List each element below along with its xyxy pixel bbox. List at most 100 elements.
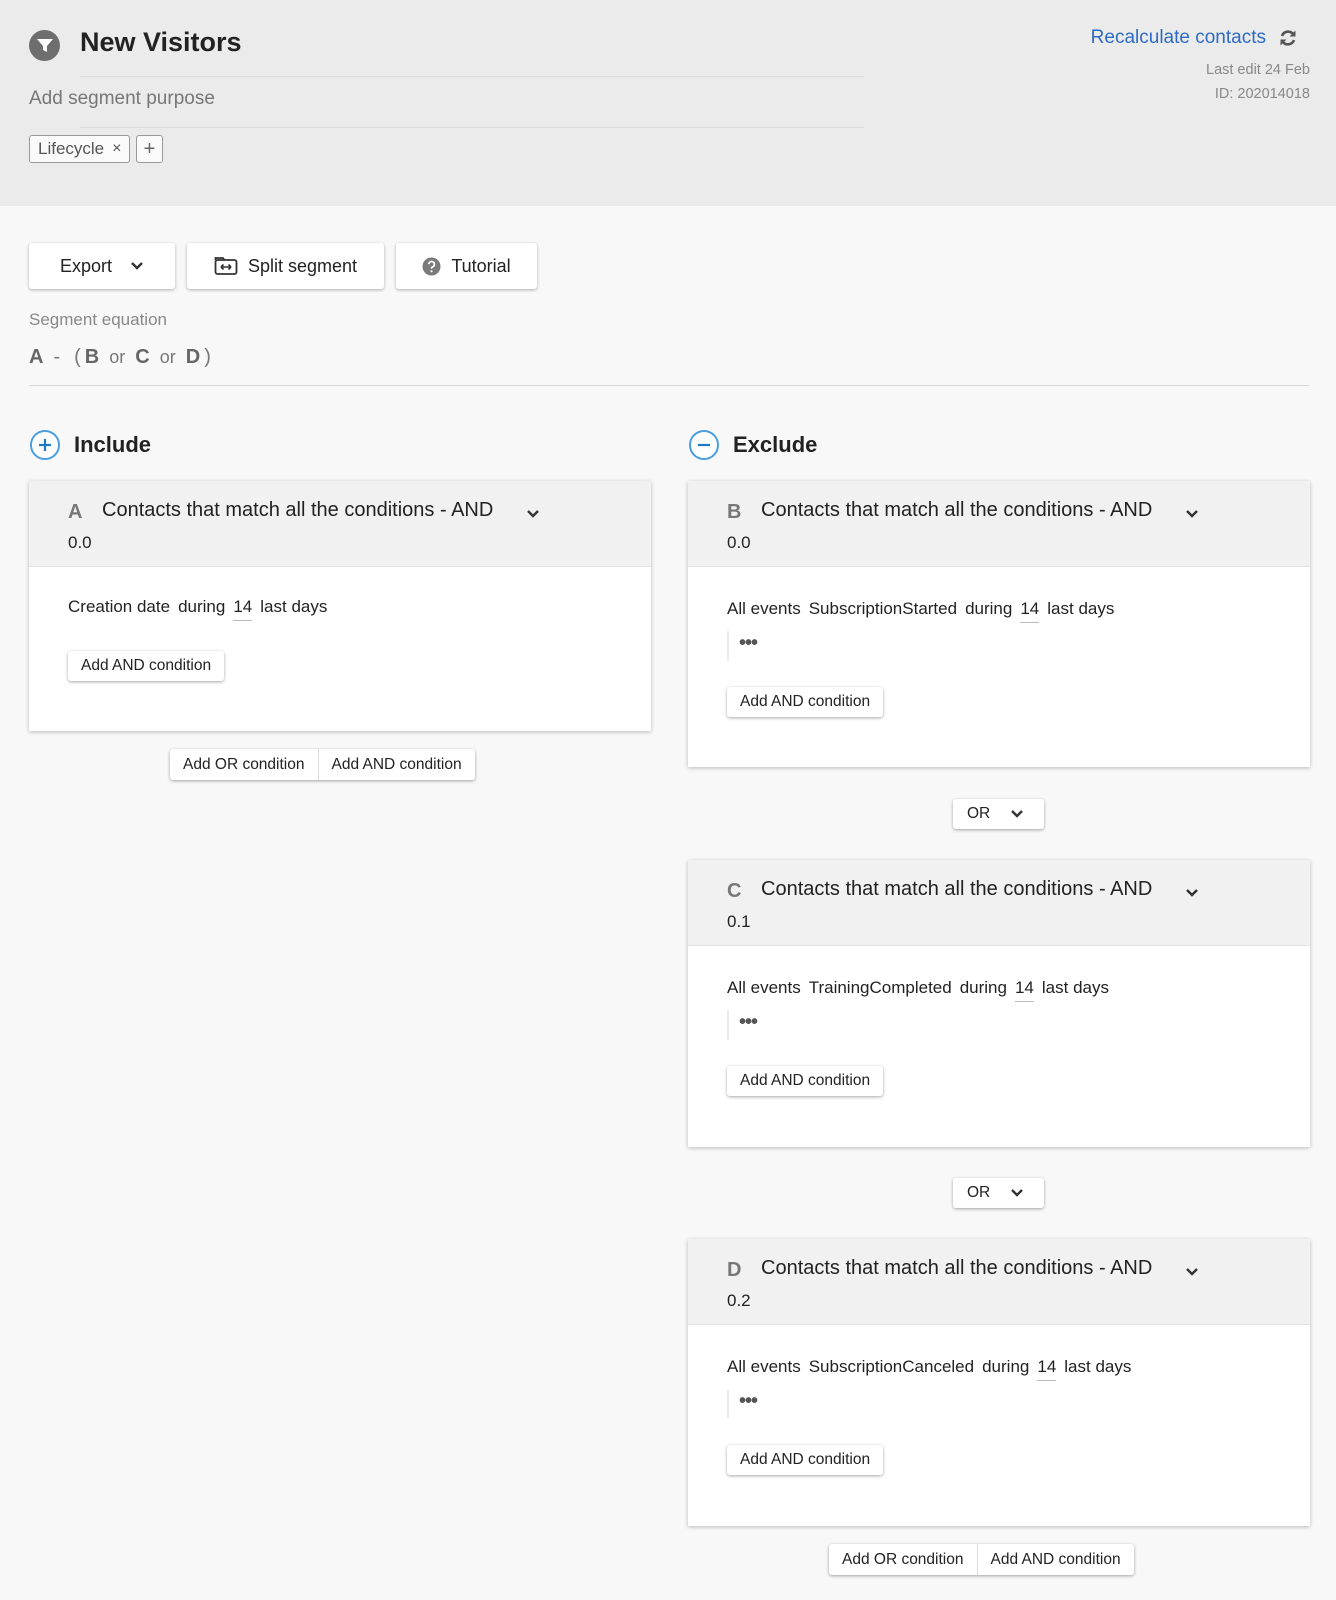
chevron-down-icon[interactable] (1185, 509, 1199, 519)
condition-field: All events (727, 978, 801, 997)
condition-row[interactable]: All events SubscriptionCanceled during 1… (727, 1357, 1131, 1381)
equation-c: C (135, 346, 150, 368)
condition-unit: last days (1041, 978, 1109, 997)
condition-operator: during (178, 597, 226, 616)
condition-indent-line (727, 631, 729, 661)
add-and-condition-button[interactable]: Add AND condition (317, 749, 475, 780)
group-match-type[interactable]: Contacts that match all the conditions -… (761, 499, 1152, 522)
group-score: 0.1 (727, 912, 751, 931)
equation-d: D (185, 346, 201, 368)
condition-field: Creation date (68, 597, 171, 616)
group-score: 0.2 (727, 1291, 751, 1310)
segment-equation: A - ( B or C or D ) (29, 346, 211, 369)
tag-label: Lifecycle (38, 139, 105, 158)
chevron-down-icon[interactable] (526, 509, 540, 519)
condition-value[interactable]: 14 (1020, 599, 1040, 623)
chevron-down-icon[interactable] (1185, 1267, 1199, 1277)
refresh-icon[interactable] (1278, 28, 1298, 48)
group-match-type[interactable]: Contacts that match all the conditions -… (102, 499, 493, 522)
group-match-type[interactable]: Contacts that match all the conditions -… (761, 1257, 1152, 1280)
include-add-buttons: Add OR condition Add AND condition (170, 749, 475, 780)
add-or-condition-button[interactable]: Add OR condition (170, 749, 318, 780)
group-letter: B (727, 501, 742, 523)
equation-a: A (29, 346, 44, 368)
group-header: C Contacts that match all the conditions… (688, 860, 1310, 946)
condition-operator: during (959, 978, 1007, 997)
export-label: Export (59, 255, 113, 276)
or-select[interactable]: OR (953, 1178, 1044, 1208)
condition-row[interactable]: All events TrainingCompleted during 14 l… (727, 978, 1109, 1002)
condition-group-b: B Contacts that match all the conditions… (688, 481, 1310, 767)
group-match-type[interactable]: Contacts that match all the conditions -… (761, 878, 1152, 901)
condition-indent-line (727, 1389, 729, 1419)
segment-title[interactable]: New Visitors (80, 27, 242, 58)
export-button[interactable]: Export (29, 243, 175, 289)
plus-circle-icon (30, 430, 60, 460)
condition-event[interactable]: SubscriptionStarted (809, 599, 957, 623)
equation-divider (29, 385, 1309, 386)
equation-close-paren: ) (204, 346, 211, 368)
equation-or: or (159, 347, 176, 367)
more-options-icon[interactable]: ••• (739, 1390, 758, 1413)
segment-id-text: ID: 202014018 (1214, 86, 1310, 102)
equation-b: B (84, 346, 100, 368)
segment-purpose-input[interactable]: Add segment purpose (29, 88, 215, 110)
split-icon (214, 257, 238, 275)
condition-indent-line (727, 1010, 729, 1040)
condition-event[interactable]: SubscriptionCanceled (809, 1357, 974, 1381)
help-icon (422, 257, 441, 275)
chevron-down-icon (131, 262, 143, 270)
tag-lifecycle: Lifecycle × (29, 135, 131, 163)
exclude-add-buttons: Add OR condition Add AND condition (829, 1544, 1134, 1575)
group-letter: D (727, 1259, 742, 1281)
equation-open-paren: ( (74, 346, 81, 368)
condition-value[interactable]: 14 (1014, 978, 1034, 1002)
condition-unit: last days (1047, 599, 1115, 618)
condition-row[interactable]: Creation date during 14 last days (68, 597, 327, 621)
split-segment-button[interactable]: Split segment (187, 243, 384, 289)
or-select[interactable]: OR (953, 799, 1044, 829)
exclude-title: Exclude (733, 432, 818, 457)
more-options-icon[interactable]: ••• (739, 632, 758, 655)
condition-unit: last days (260, 597, 328, 616)
group-letter: A (68, 501, 83, 523)
group-header: D Contacts that match all the conditions… (688, 1239, 1310, 1325)
add-and-condition-button[interactable]: Add AND condition (727, 1445, 884, 1475)
condition-value[interactable]: 14 (1037, 1357, 1057, 1381)
condition-operator: during (965, 599, 1013, 618)
add-and-condition-button[interactable]: Add AND condition (727, 687, 884, 717)
condition-operator: during (982, 1357, 1030, 1376)
equation-minus: - (53, 346, 61, 368)
condition-unit: last days (1064, 1357, 1132, 1376)
split-segment-label: Split segment (247, 255, 358, 276)
group-score: 0.0 (727, 533, 751, 552)
title-divider (80, 76, 864, 77)
group-header: B Contacts that match all the conditions… (688, 481, 1310, 567)
condition-value[interactable]: 14 (233, 597, 253, 621)
add-and-condition-button[interactable]: Add AND condition (976, 1544, 1134, 1575)
segment-header: New Visitors Add segment purpose Lifecyc… (0, 0, 1336, 206)
tag-remove-icon[interactable]: × (112, 140, 121, 158)
add-or-condition-button[interactable]: Add OR condition (829, 1544, 977, 1575)
group-score: 0.0 (68, 533, 92, 552)
add-and-condition-button[interactable]: Add AND condition (68, 651, 225, 681)
minus-circle-icon (689, 430, 719, 460)
chevron-down-icon (1011, 1189, 1023, 1197)
tutorial-label: Tutorial (451, 255, 511, 276)
condition-field: All events (727, 599, 801, 618)
condition-field: All events (727, 1357, 801, 1376)
tutorial-button[interactable]: Tutorial (396, 243, 537, 289)
recalculate-contacts-link[interactable]: Recalculate contacts (1091, 27, 1266, 49)
add-and-condition-button[interactable]: Add AND condition (727, 1066, 884, 1096)
condition-row[interactable]: All events SubscriptionStarted during 14… (727, 599, 1114, 623)
condition-event[interactable]: TrainingCompleted (809, 978, 952, 1002)
funnel-icon (29, 30, 60, 61)
condition-group-d: D Contacts that match all the conditions… (688, 1239, 1310, 1526)
more-options-icon[interactable]: ••• (739, 1011, 758, 1034)
equation-or: or (109, 347, 126, 367)
or-select-value: OR (967, 805, 991, 822)
or-select-value: OR (967, 1184, 991, 1201)
chevron-down-icon[interactable] (1185, 888, 1199, 898)
segment-equation-label: Segment equation (29, 310, 167, 329)
add-tag-button[interactable]: + (136, 135, 163, 163)
